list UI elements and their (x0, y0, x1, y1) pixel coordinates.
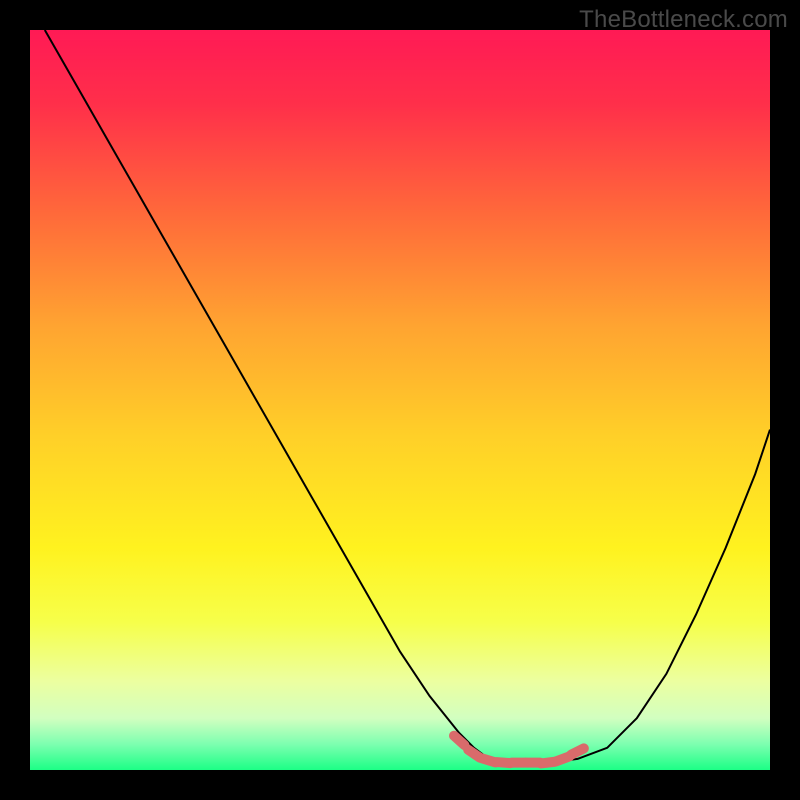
chart-frame: TheBottleneck.com (0, 0, 800, 800)
gradient-background (30, 30, 770, 770)
chart-plot-area (30, 30, 770, 770)
bottleneck-chart (30, 30, 770, 770)
